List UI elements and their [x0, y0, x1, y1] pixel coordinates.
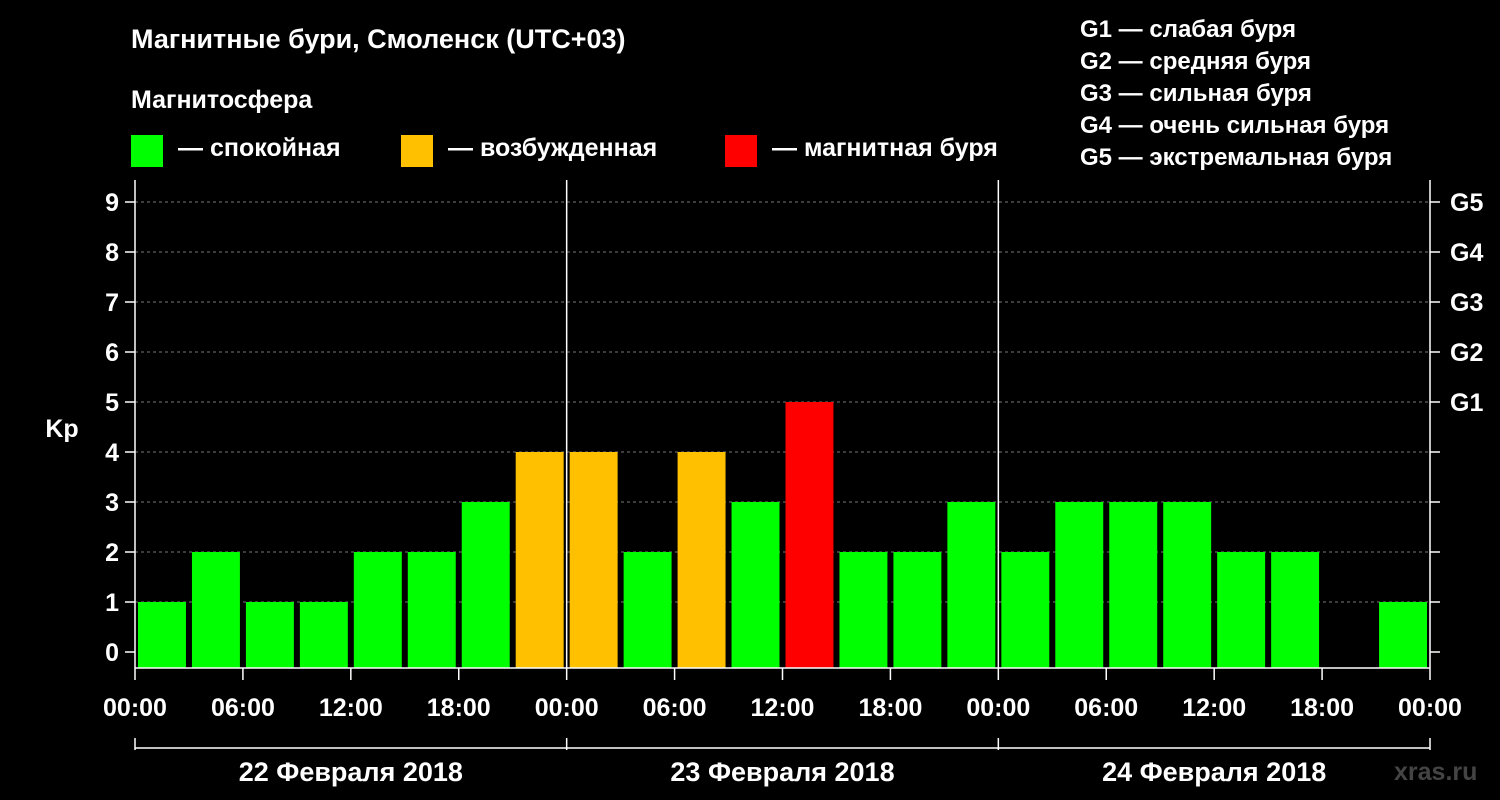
- kp-bar: [893, 552, 942, 668]
- y-tick-label: 1: [105, 589, 119, 617]
- storm-level-label: G3: [1450, 289, 1483, 317]
- y-tick-label: 0: [105, 639, 119, 667]
- day-label: 23 Февраля 2018: [670, 757, 894, 787]
- kp-bar: [1379, 602, 1427, 668]
- kp-bar: [731, 502, 780, 668]
- kp-bar: [1163, 502, 1212, 668]
- x-tick-label: 00:00: [1398, 694, 1462, 722]
- kp-bar: [138, 602, 186, 668]
- kp-bar: [1055, 502, 1104, 668]
- x-tick-label: 18:00: [1290, 694, 1354, 722]
- x-tick-label: 00:00: [535, 694, 599, 722]
- kp-bar: [947, 502, 996, 668]
- kp-bar: [461, 502, 510, 668]
- x-tick-label: 06:00: [211, 694, 275, 722]
- storm-level-label: G1: [1450, 389, 1483, 417]
- kp-bar: [407, 552, 456, 668]
- day-label: 24 Февраля 2018: [1102, 757, 1326, 787]
- day-label: 22 Февраля 2018: [239, 757, 463, 787]
- x-tick-label: 12:00: [319, 694, 383, 722]
- storm-level-label: G2: [1450, 339, 1483, 367]
- site-credit: xras.ru: [1394, 758, 1478, 786]
- y-tick-label: 2: [105, 539, 119, 567]
- kp-bar: [839, 552, 888, 668]
- storm-level-label: G5: [1450, 189, 1483, 217]
- kp-bar: [1271, 552, 1320, 668]
- y-axis-label: Kp: [45, 415, 78, 443]
- y-tick-label: 5: [105, 389, 119, 417]
- x-tick-label: 06:00: [1074, 694, 1138, 722]
- kp-bar: [353, 552, 402, 668]
- kp-bar: [677, 452, 726, 668]
- x-tick-label: 00:00: [966, 694, 1030, 722]
- y-tick-label: 3: [105, 489, 119, 517]
- x-tick-label: 00:00: [103, 694, 167, 722]
- kp-bar: [785, 402, 834, 668]
- kp-bar: [245, 602, 294, 668]
- kp-bar: [1109, 502, 1158, 668]
- x-tick-label: 12:00: [1182, 694, 1246, 722]
- kp-bar: [569, 452, 618, 668]
- x-tick-label: 06:00: [643, 694, 707, 722]
- storm-level-label: G4: [1450, 239, 1483, 267]
- kp-bar: [515, 452, 564, 668]
- kp-bar: [191, 552, 240, 668]
- kp-bar-chart: 0 1 2 3 4 5 6 7 8 9 G1 G2 G3 G4 G5 Kp 00:00 06:00 12:00 18:…: [45, 180, 1483, 787]
- kp-bar: [1001, 552, 1050, 668]
- y-tick-label: 6: [105, 339, 119, 367]
- y-tick-label: 7: [105, 289, 119, 317]
- x-tick-label: 18:00: [858, 694, 922, 722]
- x-tick-label: 12:00: [751, 694, 815, 722]
- y-tick-label: 9: [105, 189, 119, 217]
- y-tick-label: 4: [105, 439, 119, 467]
- x-tick-label: 18:00: [427, 694, 491, 722]
- kp-bar: [1217, 552, 1266, 668]
- y-tick-label: 8: [105, 239, 119, 267]
- kp-bar: [299, 602, 348, 668]
- kp-bar: [623, 552, 672, 668]
